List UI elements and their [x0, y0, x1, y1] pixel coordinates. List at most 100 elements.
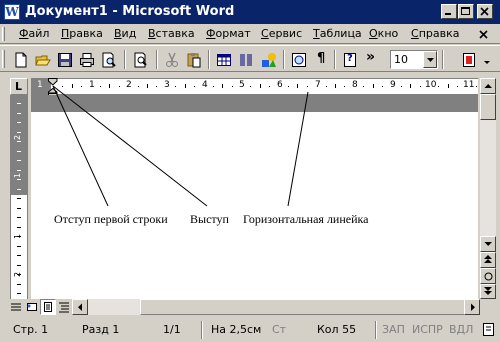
font-size-dropdown-button[interactable] [423, 51, 437, 68]
window-title: Документ1 - Microsoft Word [25, 4, 235, 19]
tab-stop-icon: L [15, 80, 23, 93]
more-buttons[interactable]: » [364, 49, 378, 69]
menu-table[interactable]: Таблица [313, 27, 362, 40]
spelling-button[interactable] [131, 50, 151, 69]
scroll-left-button[interactable] [72, 299, 88, 315]
menu-tools[interactable]: Сервис [261, 27, 302, 40]
ruler-tick [138, 86, 139, 87]
ruler-tick [17, 151, 21, 152]
document-close-button[interactable] [477, 28, 491, 41]
ruler-tick [194, 86, 195, 87]
first-line-indent-marker[interactable] [48, 78, 58, 86]
document-map-button[interactable] [289, 50, 309, 69]
status-column[interactable]: Кол 55 [317, 323, 356, 336]
drawing-button[interactable] [259, 50, 279, 69]
menu-grip[interactable] [2, 27, 5, 41]
help-button[interactable]: ? [340, 50, 360, 69]
status-record-macro[interactable]: ЗАП [382, 323, 405, 336]
scroll-down-button[interactable] [480, 236, 496, 252]
outline-view-button[interactable] [56, 299, 72, 315]
toolbar-options-button[interactable] [480, 50, 492, 69]
title-bar[interactable]: W Документ1 - Microsoft Word [0, 0, 500, 24]
print-preview-button[interactable] [99, 50, 119, 69]
ruler-tick [326, 86, 327, 87]
status-position[interactable]: На 2,5см [211, 323, 261, 336]
tab-selector[interactable]: L [10, 78, 28, 95]
status-page-of[interactable]: 1/1 [163, 323, 181, 336]
ruler-tick [17, 274, 21, 275]
horizontal-ruler[interactable]: 1 1 2 3 4 5 6 7 8 9 10 11 [31, 78, 478, 95]
ruler-number: 3 [164, 80, 170, 90]
columns-button[interactable] [236, 50, 256, 69]
web-layout-icon [27, 303, 37, 311]
menu-format[interactable]: Формат [206, 27, 251, 40]
ruler-tick [17, 103, 21, 104]
maximize-button[interactable] [458, 4, 474, 19]
scroll-right-button[interactable] [464, 299, 480, 315]
chevron-up-icon [484, 84, 492, 88]
scroll-up-button[interactable] [480, 78, 496, 94]
font-size-value: 10 [394, 53, 408, 66]
print-button[interactable] [77, 50, 97, 69]
web-view-button[interactable] [24, 299, 40, 315]
menu-help[interactable]: Справка [411, 27, 459, 40]
show-formatting-button[interactable]: ¶ [312, 50, 332, 69]
previous-page-button[interactable] [480, 252, 496, 268]
spelling-status-icon[interactable] [482, 322, 496, 338]
ruler-number: 10 [425, 80, 437, 90]
next-page-button[interactable] [480, 284, 496, 299]
chevron-down-icon [427, 58, 434, 62]
ruler-tick [17, 132, 21, 133]
document-page[interactable] [31, 112, 478, 299]
menu-window[interactable]: Окно [369, 27, 398, 40]
menu-edit[interactable]: Правка [61, 27, 103, 40]
ruler-tick [297, 84, 298, 88]
status-track-changes[interactable]: ИСПР [412, 323, 443, 336]
cut-button[interactable] [162, 50, 182, 69]
hanging-indent-label: Выступ [190, 212, 229, 226]
vertical-scrollbar[interactable] [480, 78, 496, 299]
insert-table-button[interactable] [214, 50, 234, 69]
ruler-tick [373, 84, 374, 88]
standard-toolbar: ¶ ? » 10 [0, 45, 500, 72]
ruler-number: 7 [315, 80, 321, 90]
ruler-tick [185, 84, 186, 88]
ruler-tick [17, 208, 21, 209]
ruler-tick [17, 227, 21, 228]
normal-view-button[interactable] [8, 299, 24, 315]
horizontal-scrollbar[interactable] [72, 299, 480, 315]
save-button[interactable] [55, 50, 75, 69]
vertical-ruler[interactable]: 2 1 1 2 [10, 95, 28, 299]
status-page[interactable]: Стр. 1 [13, 323, 48, 336]
ruler-tick [250, 86, 251, 87]
ruler-tick [401, 86, 402, 87]
menu-view[interactable]: Вид [114, 27, 136, 40]
horizontal-scroll-thumb[interactable] [140, 299, 466, 315]
close-button[interactable] [477, 4, 493, 19]
ruler-tick [17, 265, 21, 266]
menu-insert[interactable]: Вставка [148, 27, 195, 40]
ruler-tick [81, 86, 82, 87]
chevron-right-icon [471, 303, 475, 311]
toolbar-grip[interactable] [2, 50, 5, 68]
vertical-scroll-thumb[interactable] [480, 94, 496, 120]
ruler-tick [222, 84, 223, 88]
new-button[interactable] [11, 50, 31, 69]
open-folder-icon [35, 55, 51, 66]
menu-file[interactable]: Файл [19, 27, 49, 40]
select-browse-object-button[interactable] [480, 268, 496, 284]
format-painter-button[interactable] [459, 50, 479, 69]
close-icon [479, 30, 488, 39]
paste-button[interactable] [184, 50, 204, 69]
status-extend-selection[interactable]: ВДЛ [449, 323, 473, 336]
ruler-tick [288, 86, 289, 87]
status-line[interactable]: Ст [272, 323, 286, 336]
new-document-icon [15, 52, 27, 68]
print-layout-button[interactable] [40, 299, 56, 315]
ruler-number: 9 [390, 80, 396, 90]
word-app-icon[interactable]: W [4, 4, 20, 20]
font-size-combo[interactable]: 10 [390, 50, 438, 69]
minimize-button[interactable] [441, 4, 457, 19]
status-section[interactable]: Разд 1 [82, 323, 119, 336]
open-button[interactable] [33, 50, 53, 69]
